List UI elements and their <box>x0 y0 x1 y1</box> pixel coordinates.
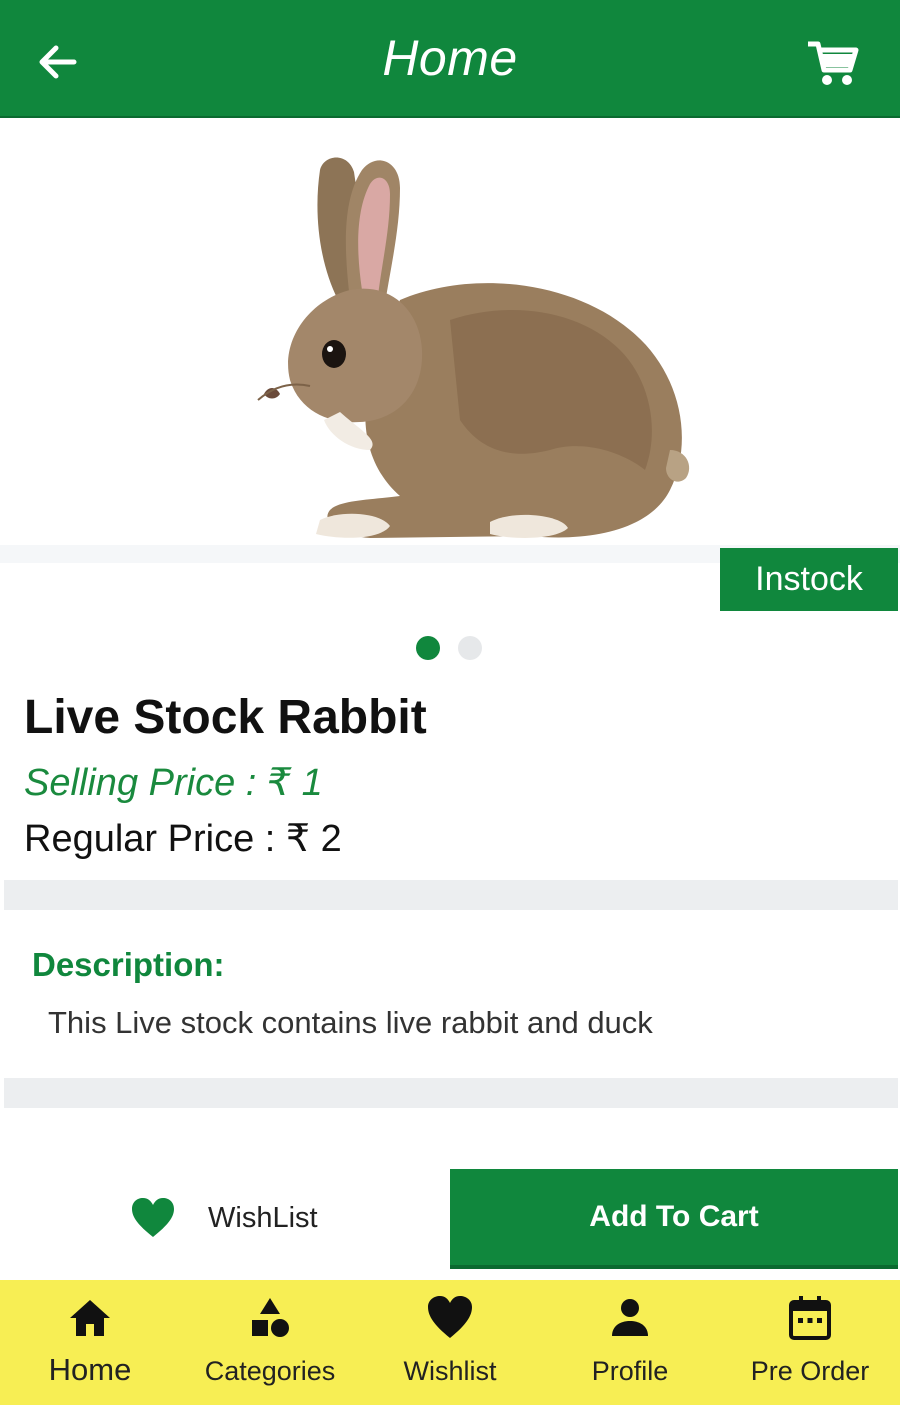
heart-icon <box>132 1198 174 1237</box>
calendar-icon <box>789 1296 831 1340</box>
section-divider <box>4 880 898 910</box>
add-to-wishlist-button[interactable]: WishList <box>130 1192 318 1244</box>
nav-item-categories[interactable]: Categories <box>180 1280 360 1405</box>
product-name: Live Stock Rabbit <box>24 691 427 744</box>
stock-status-badge: Instock <box>720 548 898 611</box>
person-icon <box>612 1299 648 1336</box>
heart-icon <box>428 1296 472 1338</box>
section-divider <box>4 1078 898 1108</box>
home-icon <box>70 1300 110 1336</box>
page-title: Home <box>382 30 518 86</box>
product-image-carousel[interactable] <box>0 120 900 545</box>
rabbit-photo <box>257 157 690 538</box>
carousel-dot-2[interactable] <box>458 636 482 660</box>
nav-item-home[interactable]: Home <box>0 1280 180 1405</box>
regular-price: Regular Price : ₹ 2 <box>24 818 342 860</box>
description-heading: Description: <box>32 946 225 983</box>
nav-item-profile[interactable]: Profile <box>540 1280 720 1405</box>
description-text: This Live stock contains live rabbit and… <box>48 1005 653 1040</box>
cart-button[interactable] <box>806 36 860 90</box>
nav-label-profile: Profile <box>591 1356 669 1386</box>
add-to-cart-button[interactable]: Add To Cart <box>450 1169 898 1269</box>
nav-label-categories: Categories <box>204 1356 336 1386</box>
nav-item-pre-order[interactable]: Pre Order <box>720 1280 900 1405</box>
app-bar: Home <box>0 0 900 118</box>
nav-label-wishlist: Wishlist <box>403 1356 497 1386</box>
bottom-navigation: Home Categories Wishlist Profile Pre Ord… <box>0 1280 900 1405</box>
categories-icon <box>252 1298 289 1337</box>
nav-label-pre-order: Pre Order <box>750 1356 870 1386</box>
arrow-left-icon <box>39 45 77 79</box>
carousel-dot-1[interactable] <box>416 636 440 660</box>
carousel-indicator <box>416 636 482 660</box>
selling-price: Selling Price : ₹ 1 <box>24 762 323 804</box>
nav-item-wishlist[interactable]: Wishlist <box>360 1280 540 1405</box>
back-button[interactable] <box>34 38 82 86</box>
wishlist-label: WishList <box>208 1201 318 1234</box>
nav-label-home: Home <box>48 1352 132 1387</box>
shopping-cart-icon <box>808 41 859 85</box>
